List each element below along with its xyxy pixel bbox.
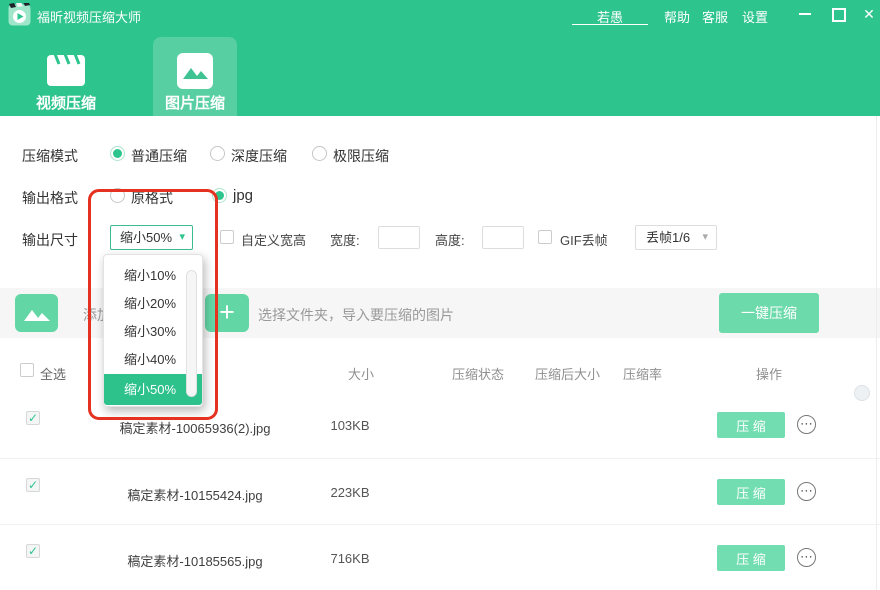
mode-label: 压缩模式 xyxy=(22,146,78,166)
table-row: ✓ 稿定素材-10155424.jpg 223KB 压 缩 ⋯ xyxy=(0,458,880,524)
radio-jpg-format[interactable] xyxy=(212,188,227,203)
custom-size-label[interactable]: 自定义宽高 xyxy=(241,230,306,249)
header-after-size: 压缩后大小 xyxy=(535,364,600,383)
size-select-value: 缩小50% xyxy=(120,230,172,245)
add-folder-button[interactable]: + xyxy=(205,294,249,332)
titlebar: 福昕视频压缩大师 若愚 帮助 客服 设置 ✕ xyxy=(0,0,880,30)
radio-original-label[interactable]: 原格式 xyxy=(131,188,173,208)
more-options-icon[interactable]: ⋯ xyxy=(797,415,816,434)
custom-size-checkbox[interactable] xyxy=(220,230,234,244)
radio-normal-label[interactable]: 普通压缩 xyxy=(131,146,187,166)
header-action: 操作 xyxy=(756,364,782,383)
radio-deep-compress[interactable] xyxy=(210,146,225,161)
add-image-button[interactable] xyxy=(15,294,58,332)
size-label: 输出尺寸 xyxy=(22,230,78,250)
chevron-down-icon: ▾ xyxy=(702,226,708,249)
select-all-label[interactable]: 全选 xyxy=(40,364,66,383)
image-mountain-icon xyxy=(15,294,58,332)
gif-frame-value: 丢帧1/6 xyxy=(646,230,690,245)
scrollbar-track[interactable] xyxy=(876,116,877,590)
radio-normal-compress[interactable] xyxy=(110,146,125,161)
radio-deep-label[interactable]: 深度压缩 xyxy=(231,146,287,166)
row-filesize: 223KB xyxy=(318,485,382,500)
height-input[interactable] xyxy=(482,226,524,249)
tab-video-compress[interactable]: 视频压缩 xyxy=(24,30,108,109)
dropdown-scrollbar[interactable] xyxy=(186,270,197,397)
gif-frame-select[interactable]: 丢帧1/6 ▾ xyxy=(635,225,717,250)
help-menu[interactable]: 帮助 xyxy=(664,7,690,26)
row-checkbox[interactable]: ✓ xyxy=(26,544,40,558)
close-button[interactable]: ✕ xyxy=(856,0,880,28)
header-status: 压缩状态 xyxy=(452,364,504,383)
width-input[interactable] xyxy=(378,226,420,249)
app-logo-icon xyxy=(8,3,31,26)
radio-jpg-label[interactable]: jpg xyxy=(233,187,253,204)
clapperboard-icon xyxy=(46,52,86,90)
compress-all-button[interactable]: 一键压缩 xyxy=(719,293,819,333)
compress-button[interactable]: 压 缩 xyxy=(717,479,785,505)
more-options-icon[interactable]: ⋯ xyxy=(797,548,816,567)
header-ratio: 压缩率 xyxy=(623,364,662,383)
settings-menu[interactable]: 设置 xyxy=(742,7,768,26)
gif-frame-label[interactable]: GIF丢帧 xyxy=(560,230,608,249)
height-label: 高度: xyxy=(435,230,465,249)
maximize-button[interactable] xyxy=(824,0,850,28)
row-filesize: 103KB xyxy=(318,418,382,433)
app-window: 福昕视频压缩大师 若愚 帮助 客服 设置 ✕ 视频压缩 图片压缩 压缩模式 xyxy=(0,0,880,590)
row-checkbox[interactable]: ✓ xyxy=(26,478,40,492)
tab-video-label: 视频压缩 xyxy=(24,92,108,113)
image-icon xyxy=(175,52,215,90)
scrollbar-thumb[interactable] xyxy=(854,385,870,401)
table-row: ✓ 稿定素材-10185565.jpg 716KB 压 缩 ⋯ xyxy=(0,524,880,590)
support-menu[interactable]: 客服 xyxy=(702,7,728,26)
gif-frame-checkbox[interactable] xyxy=(538,230,552,244)
radio-extreme-compress[interactable] xyxy=(312,146,327,161)
radio-original-format[interactable] xyxy=(110,188,125,203)
size-dropdown-popup: 缩小10% 缩小20% 缩小30% 缩小40% 缩小50% xyxy=(103,254,203,407)
minimize-button[interactable] xyxy=(792,0,818,28)
tab-image-label: 图片压缩 xyxy=(153,92,237,113)
format-label: 输出格式 xyxy=(22,188,78,208)
select-folder-hint: 选择文件夹，导入要压缩的图片 xyxy=(258,305,454,325)
row-filename: 稿定素材-10155424.jpg xyxy=(85,485,305,504)
size-select[interactable]: 缩小50% ▾ xyxy=(110,225,193,250)
chevron-down-icon: ▾ xyxy=(179,226,185,249)
radio-extreme-label[interactable]: 极限压缩 xyxy=(333,146,389,166)
row-filename: 稿定素材-10065936(2).jpg xyxy=(85,418,305,437)
row-checkbox[interactable]: ✓ xyxy=(26,411,40,425)
tabbar: 视频压缩 图片压缩 xyxy=(0,30,880,116)
tab-image-compress[interactable]: 图片压缩 xyxy=(153,30,237,109)
header-size: 大小 xyxy=(348,364,374,383)
app-title: 福昕视频压缩大师 xyxy=(37,7,141,26)
width-label: 宽度: xyxy=(330,230,360,249)
more-options-icon[interactable]: ⋯ xyxy=(797,482,816,501)
row-filename: 稿定素材-10185565.jpg xyxy=(85,551,305,570)
select-all-checkbox[interactable] xyxy=(20,363,34,377)
user-underline xyxy=(572,24,648,25)
row-filesize: 716KB xyxy=(318,551,382,566)
compress-button[interactable]: 压 缩 xyxy=(717,412,785,438)
compress-button[interactable]: 压 缩 xyxy=(717,545,785,571)
